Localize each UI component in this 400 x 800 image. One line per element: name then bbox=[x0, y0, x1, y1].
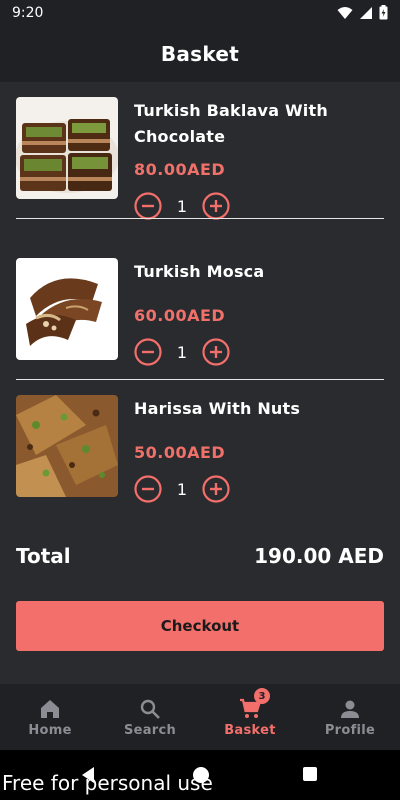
item-name: Turkish Mosca bbox=[134, 262, 265, 281]
increase-quantity-button[interactable] bbox=[202, 338, 230, 366]
product-image-baklava bbox=[16, 97, 118, 199]
search-icon bbox=[140, 699, 160, 719]
quantity-value: 1 bbox=[176, 342, 188, 362]
nav-item-home[interactable]: Home bbox=[0, 684, 100, 750]
nav-item-search[interactable]: Search bbox=[100, 684, 200, 750]
increase-quantity-button[interactable] bbox=[202, 475, 230, 503]
product-image-mosca bbox=[16, 258, 118, 360]
person-icon bbox=[341, 700, 359, 718]
total-label: Total bbox=[16, 544, 71, 568]
nav-label: Home bbox=[28, 722, 72, 738]
home-icon bbox=[41, 699, 59, 718]
item-divider bbox=[16, 218, 384, 219]
recents-square-icon[interactable] bbox=[302, 766, 318, 782]
basket-item: Turkish Baklava With Chocolate 80.00AED … bbox=[16, 82, 384, 220]
item-price: 50.00AED bbox=[134, 443, 226, 462]
decrease-quantity-button[interactable] bbox=[134, 192, 162, 220]
page-title: Basket bbox=[160, 42, 240, 66]
bottom-nav: Home Search 3 Basket Profile bbox=[0, 684, 400, 750]
quantity-stepper: 1 bbox=[134, 475, 230, 503]
status-icons bbox=[337, 5, 388, 20]
battery-icon bbox=[379, 5, 388, 20]
cart-count-badge: 3 bbox=[254, 688, 270, 704]
quantity-value: 1 bbox=[176, 196, 188, 216]
nav-label: Profile bbox=[324, 722, 376, 738]
checkout-button[interactable]: Checkout bbox=[16, 601, 384, 651]
increase-quantity-button[interactable] bbox=[202, 192, 230, 220]
watermark-text: Free for personal use bbox=[2, 771, 213, 795]
basket-item: Harissa With Nuts 50.00AED 1 bbox=[16, 380, 384, 517]
nav-label: Basket bbox=[224, 722, 276, 738]
nav-item-basket[interactable]: 3 Basket bbox=[200, 684, 300, 750]
nav-item-profile[interactable]: Profile bbox=[300, 684, 400, 750]
product-image-harissa bbox=[16, 395, 118, 497]
item-price: 80.00AED bbox=[134, 160, 226, 179]
item-name: Turkish Baklava With Chocolate bbox=[134, 101, 328, 146]
app-header: Basket bbox=[0, 26, 400, 82]
decrease-quantity-button[interactable] bbox=[134, 475, 162, 503]
quantity-stepper: 1 bbox=[134, 192, 230, 220]
wifi-icon bbox=[337, 6, 353, 19]
quantity-value: 1 bbox=[176, 479, 188, 499]
item-price: 60.00AED bbox=[134, 306, 226, 325]
status-bar: 9:20 bbox=[0, 0, 400, 26]
status-time: 9:20 bbox=[12, 5, 44, 21]
item-name: Harissa With Nuts bbox=[134, 399, 301, 418]
nav-label: Search bbox=[123, 722, 177, 738]
decrease-quantity-button[interactable] bbox=[134, 338, 162, 366]
total-value: 190.00 AED bbox=[254, 544, 384, 568]
basket-content: Turkish Baklava With Chocolate 80.00AED … bbox=[0, 82, 400, 684]
basket-item: Turkish Mosca 60.00AED 1 bbox=[16, 243, 384, 380]
total-row: Total 190.00 AED bbox=[16, 544, 384, 568]
signal-icon bbox=[360, 6, 372, 19]
quantity-stepper: 1 bbox=[134, 338, 230, 366]
